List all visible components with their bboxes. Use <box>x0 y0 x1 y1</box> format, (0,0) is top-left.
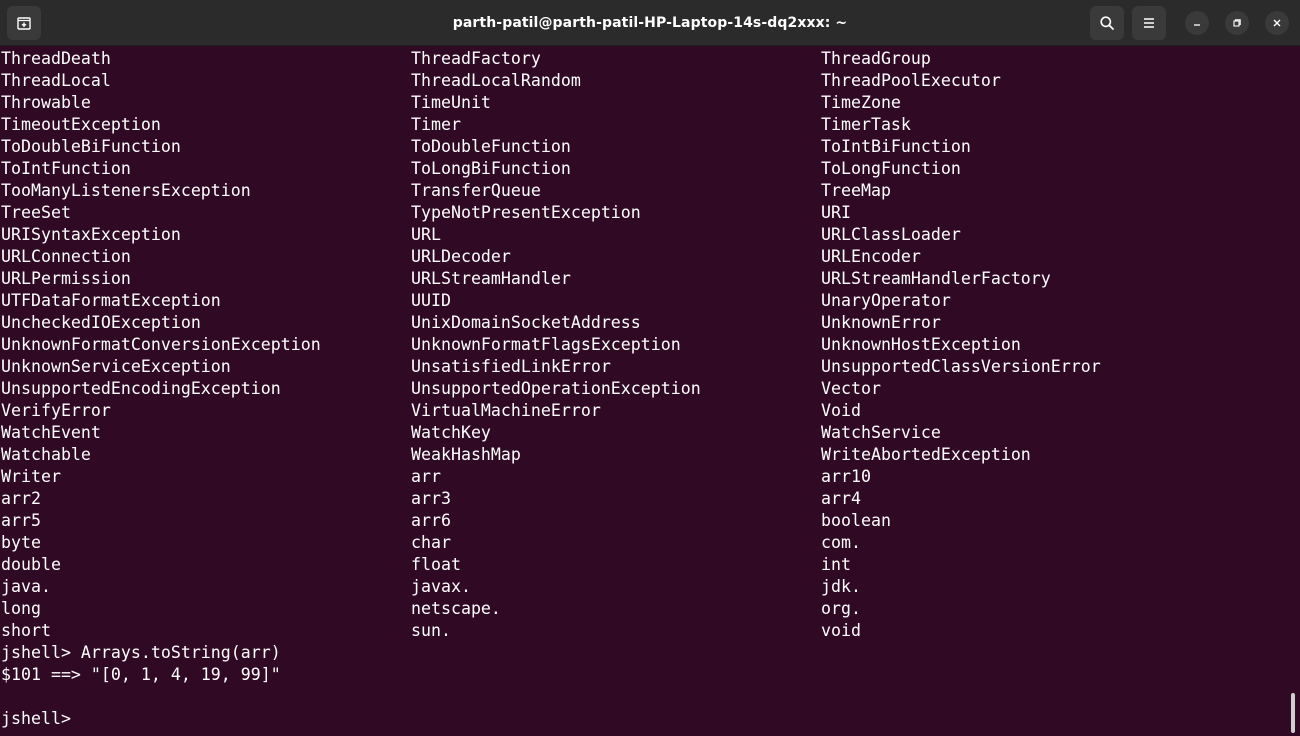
completion-item: arr10 <box>821 467 871 486</box>
completion-item: Watchable <box>1 445 91 464</box>
completion-item: ThreadLocalRandom <box>411 71 581 90</box>
completion-item: UnknownServiceException <box>1 357 231 376</box>
completion-item: UnknownError <box>821 313 941 332</box>
restore-icon <box>1233 19 1241 27</box>
completion-item: arr4 <box>821 489 861 508</box>
completion-item: TooManyListenersException <box>1 181 251 200</box>
completion-item: URI <box>821 203 851 222</box>
terminal-output[interactable]: jshell> Arrays.toString(arr) $101 ==> "[… <box>0 48 1290 736</box>
completion-item: float <box>411 555 461 574</box>
completion-item: boolean <box>821 511 891 530</box>
completion-item: WatchKey <box>411 423 491 442</box>
completion-item: URISyntaxException <box>1 225 181 244</box>
completion-item: arr2 <box>1 489 41 508</box>
completion-item: URLDecoder <box>411 247 511 266</box>
completion-item: TimerTask <box>821 115 911 134</box>
completion-item: void <box>821 621 861 640</box>
completion-item: TimeoutException <box>1 115 161 134</box>
hamburger-menu-icon <box>1144 18 1154 28</box>
completion-item: org. <box>821 599 861 618</box>
completion-item: arr5 <box>1 511 41 530</box>
completion-item: UnsatisfiedLinkError <box>411 357 611 376</box>
completion-item: Timer <box>411 115 461 134</box>
completion-item: ToDoubleBiFunction <box>1 137 181 156</box>
completion-item: ThreadFactory <box>411 49 541 68</box>
completion-item: ToIntFunction <box>1 159 131 178</box>
terminal-scrollbar[interactable] <box>1291 693 1295 733</box>
completion-item: java. <box>1 577 51 596</box>
minimize-icon <box>1194 24 1200 26</box>
completion-item: UnaryOperator <box>821 291 951 310</box>
completion-item: byte <box>1 533 41 552</box>
completion-item: VirtualMachineError <box>411 401 601 420</box>
completion-item: ThreadGroup <box>821 49 931 68</box>
completion-item: URLStreamHandlerFactory <box>821 269 1051 288</box>
completion-item: jdk. <box>821 577 861 596</box>
completion-item: char <box>411 533 451 552</box>
completion-item: ToIntBiFunction <box>821 137 971 156</box>
completion-item: ToLongFunction <box>821 159 961 178</box>
completion-item: WatchEvent <box>1 423 101 442</box>
search-icon <box>1100 16 1114 30</box>
completion-item: UTFDataFormatException <box>1 291 221 310</box>
completion-item: ThreadPoolExecutor <box>821 71 1001 90</box>
completion-item: arr6 <box>411 511 451 530</box>
completion-item: arr3 <box>411 489 451 508</box>
completion-item: Void <box>821 401 861 420</box>
restore-button[interactable] <box>1225 11 1249 35</box>
completion-item: com. <box>821 533 861 552</box>
completion-item: UncheckedIOException <box>1 313 201 332</box>
completion-item: UnsupportedEncodingException <box>1 379 281 398</box>
completion-item: TimeZone <box>821 93 901 112</box>
completion-item: URLPermission <box>1 269 131 288</box>
completion-item: URLClassLoader <box>821 225 961 244</box>
completion-item: long <box>1 599 41 618</box>
completion-item: TypeNotPresentException <box>411 203 641 222</box>
completion-item: javax. <box>411 577 471 596</box>
completion-item: TreeSet <box>1 203 71 222</box>
completion-item: arr <box>411 467 441 486</box>
completion-item: VerifyError <box>1 401 111 420</box>
completion-item: TreeMap <box>821 181 891 200</box>
menu-button[interactable] <box>1132 6 1166 40</box>
completion-item: Writer <box>1 467 61 486</box>
current-prompt-line[interactable]: jshell> <box>1 708 81 730</box>
completion-item: netscape. <box>411 599 501 618</box>
completion-item: UnixDomainSocketAddress <box>411 313 641 332</box>
minimize-button[interactable] <box>1185 11 1209 35</box>
completion-item: short <box>1 621 51 640</box>
completion-item: URLStreamHandler <box>411 269 571 288</box>
title-bar: parth-patil@parth-patil-HP-Laptop-14s-dq… <box>0 0 1300 46</box>
completion-item: UnknownFormatConversionException <box>1 335 321 354</box>
close-icon <box>1273 19 1281 27</box>
completion-item: UUID <box>411 291 451 310</box>
completion-item: WeakHashMap <box>411 445 521 464</box>
completion-item: double <box>1 555 61 574</box>
completion-item: URL <box>411 225 441 244</box>
completion-item: UnknownHostException <box>821 335 1021 354</box>
completion-item: TimeUnit <box>411 93 491 112</box>
completion-item: URLEncoder <box>821 247 921 266</box>
prompt-command-line: jshell> Arrays.toString(arr) <box>1 643 281 662</box>
completion-item: URLConnection <box>1 247 131 266</box>
completion-item: ThreadLocal <box>1 71 111 90</box>
terminal-window: parth-patil@parth-patil-HP-Laptop-14s-dq… <box>0 0 1300 736</box>
completion-item: TransferQueue <box>411 181 541 200</box>
completion-item: ThreadDeath <box>1 49 111 68</box>
completion-item: sun. <box>411 621 451 640</box>
result-line: $101 ==> "[0, 1, 4, 19, 99]" <box>1 665 281 684</box>
completion-item: UnsupportedClassVersionError <box>821 357 1101 376</box>
completion-item: int <box>821 555 851 574</box>
completion-item: UnknownFormatFlagsException <box>411 335 681 354</box>
search-button[interactable] <box>1090 6 1124 40</box>
completion-item: Vector <box>821 379 881 398</box>
completion-item: UnsupportedOperationException <box>411 379 701 398</box>
completion-item: WatchService <box>821 423 941 442</box>
completion-item: Throwable <box>1 93 91 112</box>
completion-item: ToDoubleFunction <box>411 137 571 156</box>
completion-item: ToLongBiFunction <box>411 159 571 178</box>
completion-item: WriteAbortedException <box>821 445 1031 464</box>
close-button[interactable] <box>1265 11 1289 35</box>
